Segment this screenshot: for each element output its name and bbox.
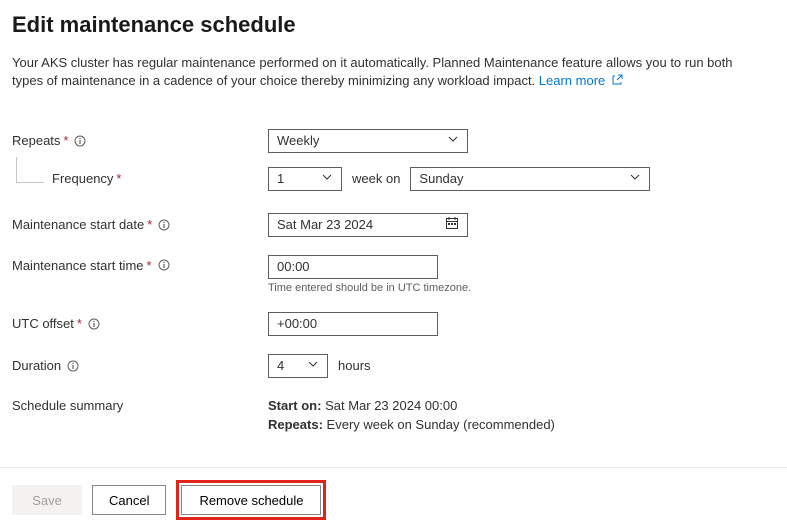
start-time-value: 00:00 [277,259,310,274]
day-select[interactable]: Sunday [410,167,650,191]
remove-highlight: Remove schedule [176,480,326,520]
start-date-value: Sat Mar 23 2024 [277,217,373,232]
duration-select[interactable]: 4 [268,354,328,378]
required-indicator: * [116,171,121,186]
duration-value: 4 [277,358,284,373]
repeats-select[interactable]: Weekly [268,129,468,153]
external-link-icon [611,73,623,91]
utc-offset-input[interactable]: +00:00 [268,312,438,336]
chevron-down-icon [629,171,641,186]
summary-label: Schedule summary [12,398,123,413]
info-icon[interactable] [88,318,100,330]
summary-repeats-label: Repeats: [268,417,323,432]
learn-more-link[interactable]: Learn more [539,73,623,88]
info-icon[interactable] [74,135,86,147]
info-icon[interactable] [67,360,79,372]
start-time-helper: Time entered should be in UTC timezone. [268,282,471,294]
repeats-label: Repeats [12,133,60,148]
start-date-input[interactable]: Sat Mar 23 2024 [268,213,468,237]
day-value: Sunday [419,171,463,186]
footer-bar: Save Cancel Remove schedule [0,467,787,532]
required-indicator: * [63,133,68,148]
start-time-input[interactable]: 00:00 [268,255,438,279]
chevron-down-icon [307,358,319,373]
repeats-value: Weekly [277,133,319,148]
learn-more-label: Learn more [539,73,605,88]
frequency-label: Frequency [52,171,113,186]
save-button: Save [12,485,82,515]
duration-label: Duration [12,358,61,373]
calendar-icon [445,216,459,233]
duration-unit: hours [338,358,371,373]
required-indicator: * [77,316,82,331]
intro-text: Your AKS cluster has regular maintenance… [12,54,752,91]
info-icon[interactable] [158,259,170,271]
cancel-button[interactable]: Cancel [92,485,166,515]
indent-bracket [16,157,44,183]
utc-offset-value: +00:00 [277,316,317,331]
page-title: Edit maintenance schedule [12,12,775,38]
required-indicator: * [147,258,152,273]
utc-offset-label: UTC offset [12,316,74,331]
frequency-select[interactable]: 1 [268,167,342,191]
required-indicator: * [147,217,152,232]
summary-start-on-label: Start on: [268,398,321,413]
remove-schedule-button[interactable]: Remove schedule [181,485,321,515]
summary-block: Start on: Sat Mar 23 2024 00:00 Repeats:… [268,396,555,435]
chevron-down-icon [321,171,333,186]
intro-body: Your AKS cluster has regular maintenance… [12,55,732,88]
frequency-value: 1 [277,171,284,186]
summary-repeats-value: Every week on Sunday (recommended) [327,417,555,432]
info-icon[interactable] [158,219,170,231]
start-date-label: Maintenance start date [12,217,144,232]
chevron-down-icon [447,133,459,148]
summary-start-on-value: Sat Mar 23 2024 00:00 [325,398,457,413]
start-time-label: Maintenance start time [12,258,144,273]
week-on-text: week on [352,171,400,186]
